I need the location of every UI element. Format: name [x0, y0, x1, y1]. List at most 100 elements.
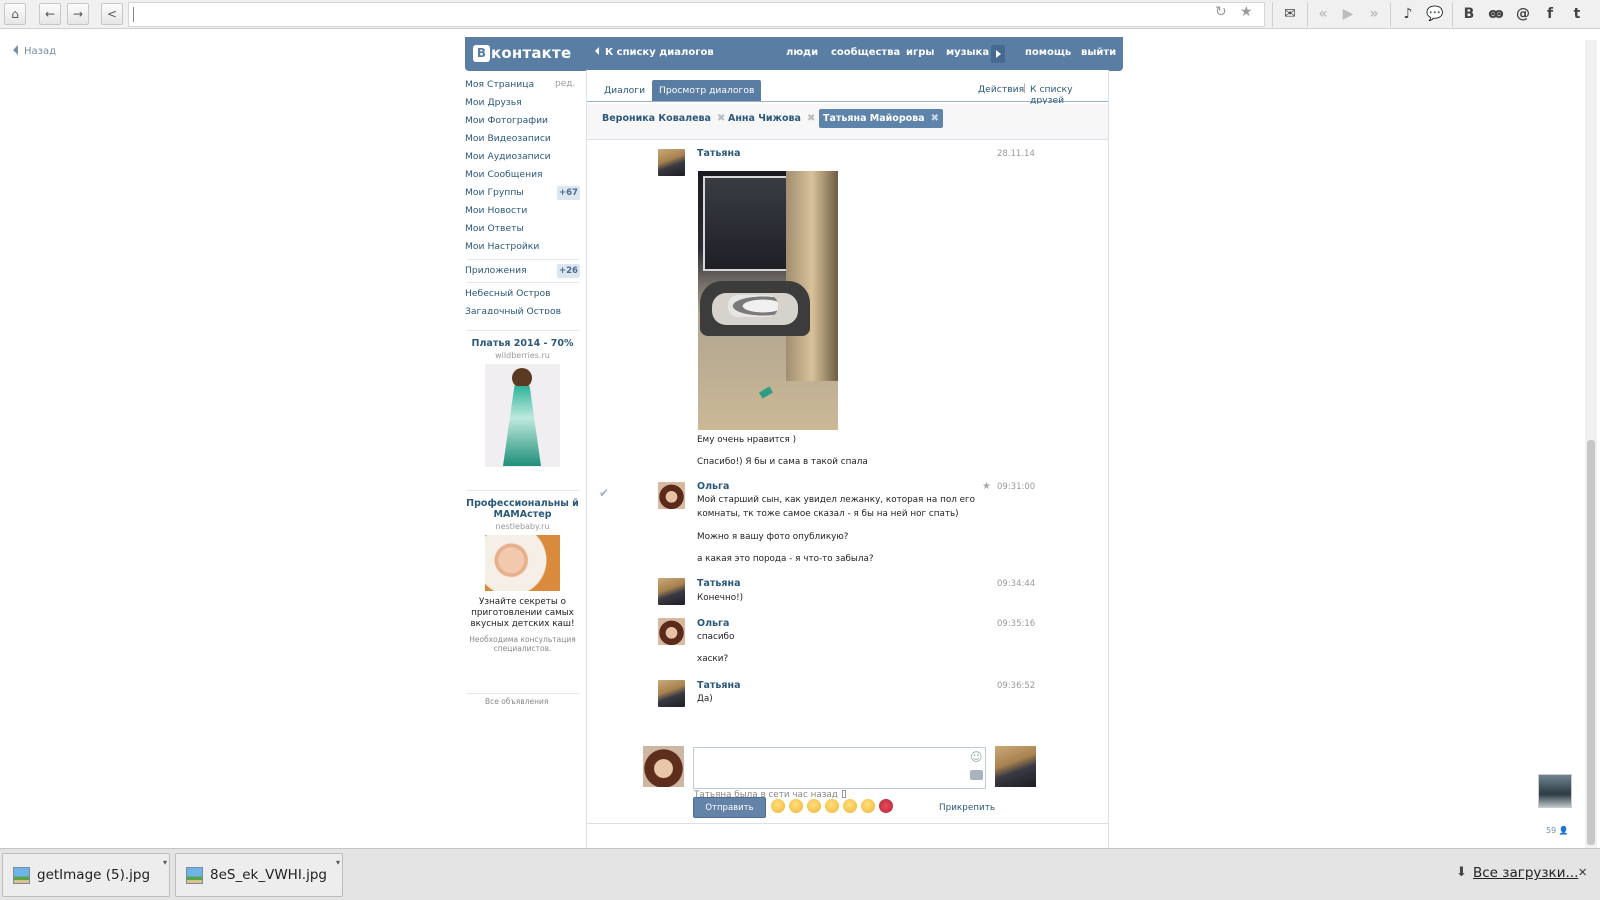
back-to-dialogs-link[interactable]: К списку диалогов	[595, 47, 714, 58]
share-icon[interactable]: <	[101, 3, 123, 25]
menu-my-page[interactable]: Моя Страница	[465, 79, 534, 95]
recipient-avatar[interactable]	[995, 746, 1036, 787]
nav-games[interactable]: игры	[906, 47, 934, 58]
media-next-icon[interactable]: »	[1362, 3, 1386, 25]
ad-dresses[interactable]: Платья 2014 - 70% wildberries.ru	[465, 338, 580, 467]
menu-replies[interactable]: Мои Ответы	[465, 223, 524, 239]
menu-audio[interactable]: Мои Аудиозаписи	[465, 151, 551, 167]
chip-veronika[interactable]: Вероника Ковалева ✖	[598, 109, 729, 128]
bookmark-star-icon[interactable]: ★	[1240, 4, 1253, 20]
avatar-olga[interactable]	[658, 482, 685, 509]
send-button[interactable]: Отправить	[693, 797, 766, 818]
attach-link[interactable]: Прикрепить	[939, 803, 995, 813]
home-icon[interactable]: ⌂	[4, 3, 26, 25]
vk-logo[interactable]: Вконтакте	[473, 44, 571, 62]
facebook-icon[interactable]: f	[1538, 3, 1562, 25]
moi-mir-icon[interactable]: @	[1511, 3, 1535, 25]
menu-photos[interactable]: Мои Фотографии	[465, 115, 548, 131]
ad-title[interactable]: Платья 2014 - 70%	[465, 338, 580, 349]
tab-view-dialogs[interactable]: Просмотр диалогов	[652, 80, 762, 101]
sender-name[interactable]: Татьяна	[697, 148, 740, 159]
emoji-grin-icon[interactable]	[771, 799, 785, 813]
menu-groups[interactable]: Мои Группы	[465, 187, 524, 203]
attached-photo[interactable]	[698, 171, 838, 430]
camera-icon[interactable]	[970, 770, 983, 780]
dropdown-arrow-icon[interactable]: ▾	[163, 858, 167, 867]
emoji-smirk-icon[interactable]	[861, 799, 875, 813]
checkmark-icon[interactable]: ✔	[599, 486, 609, 500]
message-input[interactable]	[693, 747, 986, 789]
avatar-tatiana[interactable]	[658, 149, 685, 176]
nav-communities[interactable]: сообщества	[831, 47, 900, 58]
close-icon[interactable]: ✖	[931, 113, 939, 124]
emoji-rose-icon[interactable]	[879, 799, 893, 813]
sender-name[interactable]: Татьяна	[697, 680, 740, 691]
mail-icon[interactable]: ✉	[1278, 3, 1302, 25]
download-item[interactable]: getImage (5).jpg ▾	[2, 853, 170, 897]
ad-divider	[467, 490, 579, 491]
online-friends-count[interactable]: 59 👤	[1546, 826, 1569, 835]
emoji-expressionless-icon[interactable]	[825, 799, 839, 813]
reload-icon[interactable]: ↻	[1215, 4, 1227, 20]
nav-logout[interactable]: выйти	[1081, 47, 1116, 58]
sender-name[interactable]: Татьяна	[697, 578, 740, 589]
close-icon[interactable]: ✕	[1578, 866, 1587, 879]
odnoklassniki-icon[interactable]: ꙭ	[1484, 3, 1508, 25]
back-link[interactable]: Назад	[13, 45, 56, 57]
vk-icon[interactable]: В	[1457, 3, 1481, 25]
actions-link[interactable]: Действия	[978, 84, 1024, 95]
mobile-phone-icon	[841, 790, 846, 798]
nav-help[interactable]: помощь	[1025, 47, 1071, 58]
menu-news[interactable]: Мои Новости	[465, 205, 527, 221]
menu-apps[interactable]: Приложения	[465, 265, 527, 281]
nav-people[interactable]: люди	[786, 47, 818, 58]
all-ads-link[interactable]: Все объявления	[485, 697, 548, 706]
nav-music[interactable]: музыка	[946, 47, 989, 58]
toolbar-divider	[1272, 2, 1273, 27]
address-bar[interactable]	[128, 2, 1265, 27]
close-icon[interactable]: ✖	[807, 113, 815, 124]
groups-badge[interactable]: +67	[557, 186, 580, 200]
star-icon[interactable]: ★	[982, 481, 991, 492]
emoji-surprised-icon[interactable]	[807, 799, 821, 813]
back-icon[interactable]: ←	[39, 3, 61, 25]
avatar-tatiana[interactable]	[658, 578, 685, 605]
ad-title[interactable]: Профессиональны й МАМАстер	[465, 498, 580, 520]
my-avatar[interactable]	[643, 746, 684, 787]
chip-anna[interactable]: Анна Чижова ✖	[724, 109, 819, 128]
music-note-icon[interactable]: ♪	[1396, 3, 1420, 25]
music-play-icon[interactable]	[991, 45, 1005, 63]
download-item[interactable]: 8eS_ek_VWHI.jpg ▾	[175, 853, 343, 897]
menu-friends[interactable]: Мои Друзья	[465, 97, 522, 113]
emoji-neutral-icon[interactable]	[843, 799, 857, 813]
ad-dress-image[interactable]	[485, 364, 560, 467]
media-play-icon[interactable]: ▶	[1336, 3, 1360, 25]
sender-name[interactable]: Ольга	[697, 481, 729, 492]
tab-dialogs[interactable]: Диалоги	[597, 80, 652, 101]
avatar-tatiana[interactable]	[658, 680, 685, 707]
menu-edit-link[interactable]: ред.	[555, 79, 575, 89]
menu-videos[interactable]: Мои Видеозаписи	[465, 133, 551, 149]
chat-bubbles-icon[interactable]: 💬	[1423, 3, 1447, 25]
scroll-thumb[interactable]	[1587, 440, 1595, 845]
ad-nestle[interactable]: Профессиональны й МАМАстер nestlebaby.ru…	[465, 498, 580, 653]
all-downloads-link[interactable]: Все загрузки...	[1473, 865, 1578, 881]
page-scrollbar[interactable]	[1585, 40, 1597, 848]
twitter-icon[interactable]: t	[1565, 3, 1589, 25]
forward-icon[interactable]: →	[67, 3, 89, 25]
emoji-picker-icon[interactable]: ☺	[970, 750, 983, 764]
friends-list-link[interactable]: К списку друзей	[1030, 84, 1108, 106]
avatar-olga[interactable]	[658, 618, 685, 645]
menu-messages[interactable]: Мои Сообщения	[465, 169, 543, 185]
ad-baby-image[interactable]	[485, 535, 560, 591]
chip-tatiana[interactable]: Татьяна Майорова ✖	[819, 109, 943, 128]
emoji-flushed-icon[interactable]	[789, 799, 803, 813]
media-prev-icon[interactable]: «	[1311, 3, 1335, 25]
sender-name[interactable]: Ольга	[697, 618, 729, 629]
app-mystery-island[interactable]: Загадочный Остров	[465, 306, 561, 314]
apps-badge[interactable]: +26	[557, 264, 580, 278]
menu-settings[interactable]: Мои Настройки	[465, 241, 539, 257]
side-thumbnail[interactable]	[1538, 774, 1572, 808]
app-sky-island[interactable]: Небесный Остров	[465, 288, 551, 304]
dropdown-arrow-icon[interactable]: ▾	[336, 858, 340, 867]
